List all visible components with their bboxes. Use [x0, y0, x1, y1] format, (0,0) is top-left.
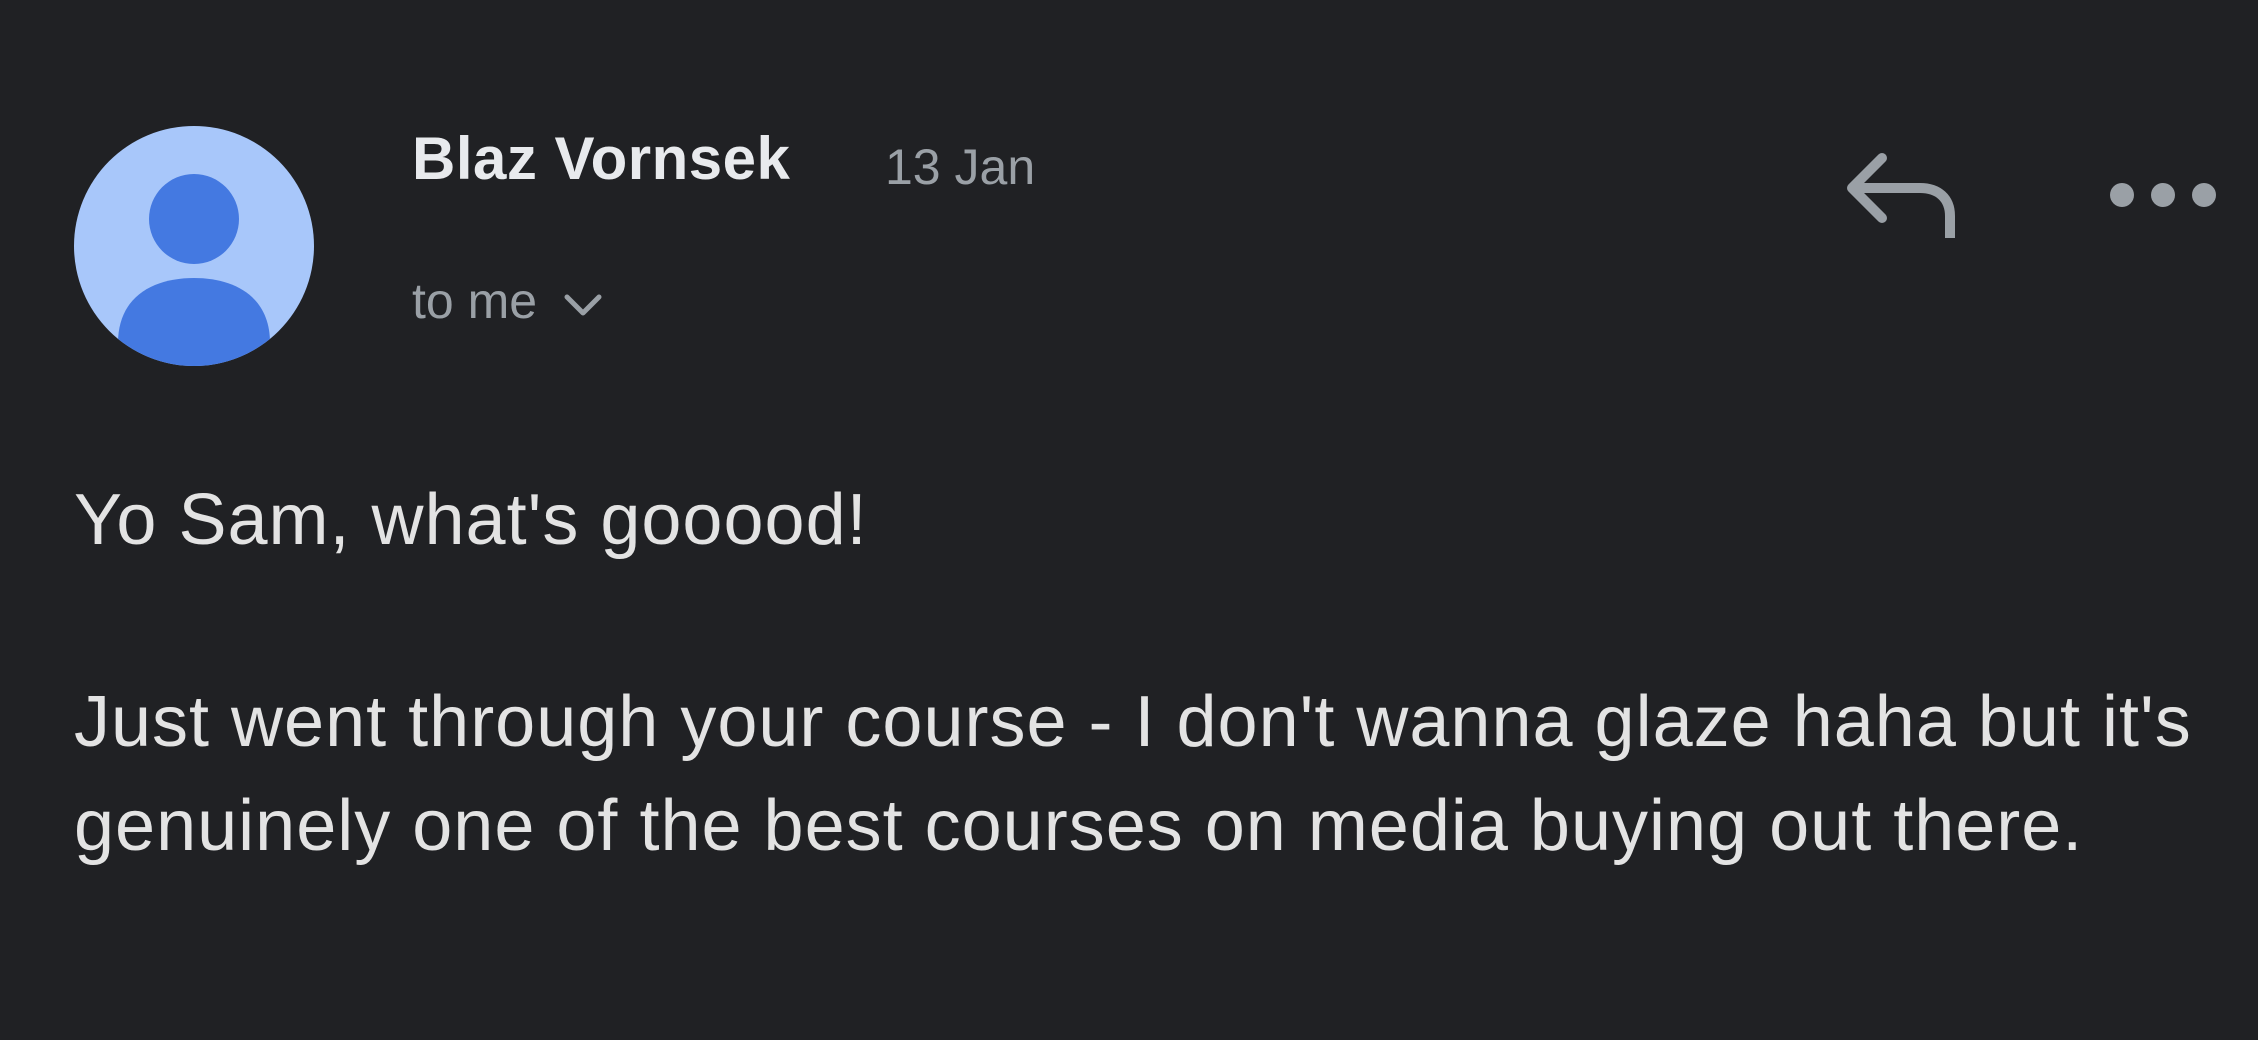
person-avatar-icon: [118, 174, 270, 366]
recipients-toggle[interactable]: to me: [412, 272, 603, 330]
email-message-view: Blaz Vornsek 13 Jan to me Yo Sam, what's…: [0, 0, 2258, 1040]
reply-icon: [1847, 153, 1955, 238]
sender-avatar[interactable]: [74, 126, 314, 366]
recipients-label: to me: [412, 273, 538, 329]
message-date: 13 Jan: [885, 139, 1036, 195]
more-horizontal-icon: [2110, 183, 2216, 207]
more-options-button[interactable]: [2108, 160, 2218, 230]
body-greeting: Yo Sam, what's gooood!: [74, 480, 868, 560]
chevron-down-icon[interactable]: [563, 293, 603, 324]
reply-button[interactable]: [1840, 146, 1970, 256]
sender-name[interactable]: Blaz Vornsek: [412, 124, 790, 193]
message-body: Yo Sam, what's gooood! Just went through…: [74, 468, 2194, 878]
body-paragraph: Just went through your course - I don't …: [74, 682, 2192, 866]
